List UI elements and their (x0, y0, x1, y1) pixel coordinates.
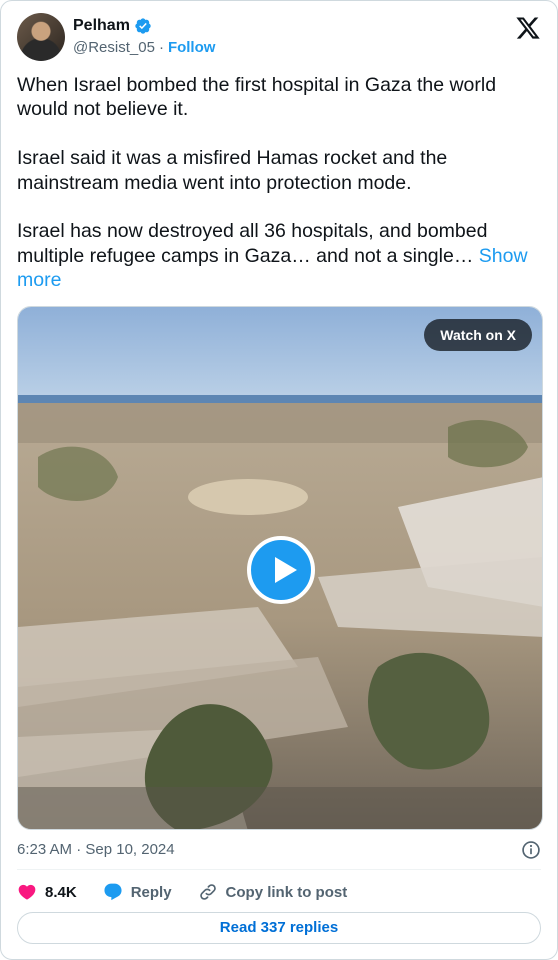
reply-button[interactable]: Reply (103, 882, 172, 902)
read-replies-button[interactable]: Read 337 replies (17, 912, 541, 944)
author-name-row: Pelham (73, 17, 152, 35)
tweet-text: When Israel bombed the first hospital in… (17, 73, 537, 293)
verified-badge-icon (135, 18, 151, 34)
play-button[interactable] (247, 536, 315, 604)
watch-on-x-button[interactable]: Watch on X (424, 319, 532, 351)
action-bar: 8.4K Reply Copy link to post (17, 879, 347, 905)
handle-separator: · (158, 39, 164, 56)
tweet-timestamp[interactable]: 6:23 AM · Sep 10, 2024 (17, 841, 175, 858)
heart-icon (18, 884, 36, 900)
author-handle-row: @Resist_05 · Follow (73, 39, 215, 56)
link-icon (199, 884, 216, 900)
info-icon[interactable] (521, 840, 541, 860)
author-name[interactable]: Pelham (73, 17, 130, 35)
reply-bubble-icon (104, 883, 122, 901)
follow-button[interactable]: Follow (168, 39, 216, 56)
reply-label: Reply (130, 883, 172, 901)
author-handle[interactable]: @Resist_05 (73, 39, 155, 56)
divider (17, 869, 541, 870)
x-logo-icon[interactable] (515, 15, 541, 41)
video-player[interactable]: Watch on X (17, 306, 543, 830)
tweet-card: Pelham @Resist_05 · Follow When Israel b… (0, 0, 558, 960)
avatar[interactable] (17, 13, 65, 61)
copy-link-label: Copy link to post (225, 883, 348, 901)
tweet-header: Pelham @Resist_05 · Follow (17, 13, 541, 63)
tweet-body: When Israel bombed the first hospital in… (17, 74, 497, 267)
like-count: 8.4K (45, 883, 77, 901)
copy-link-button[interactable]: Copy link to post (198, 882, 348, 902)
like-button[interactable]: 8.4K (17, 882, 77, 902)
